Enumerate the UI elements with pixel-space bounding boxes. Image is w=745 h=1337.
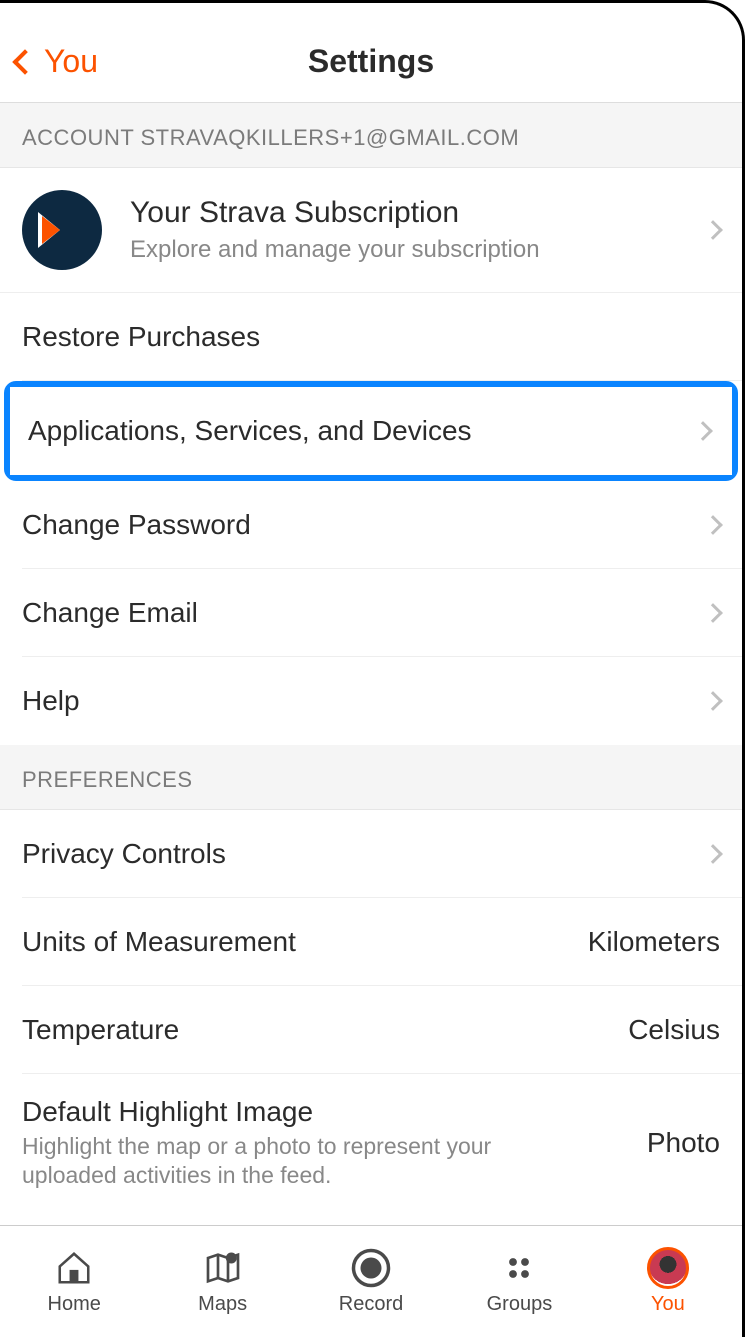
- highlighted-row: Applications, Services, and Devices: [4, 381, 738, 481]
- maps-icon: [202, 1247, 244, 1289]
- chevron-right-icon: [703, 691, 723, 711]
- avatar-icon: [647, 1247, 689, 1289]
- tab-home-label: Home: [48, 1293, 101, 1316]
- subscription-subtitle: Explore and manage your subscription: [130, 236, 692, 264]
- row-units-of-measurement[interactable]: Units of Measurement Kilometers: [22, 898, 742, 986]
- highlight-value: Photo: [647, 1127, 720, 1159]
- units-value: Kilometers: [588, 926, 720, 958]
- tab-groups[interactable]: Groups: [445, 1226, 593, 1337]
- restore-label: Restore Purchases: [22, 321, 720, 353]
- back-label: You: [44, 43, 98, 80]
- row-applications-services-devices[interactable]: Applications, Services, and Devices: [10, 387, 732, 475]
- tab-you-label: You: [651, 1293, 685, 1316]
- temperature-label: Temperature: [22, 1014, 628, 1046]
- groups-icon: [498, 1247, 540, 1289]
- change-password-label: Change Password: [22, 509, 692, 541]
- change-email-label: Change Email: [22, 597, 692, 629]
- tab-maps[interactable]: Maps: [148, 1226, 296, 1337]
- chevron-right-icon: [703, 515, 723, 535]
- privacy-label: Privacy Controls: [22, 838, 692, 870]
- tab-bar: Home Maps Record Groups You: [0, 1225, 742, 1337]
- page-title: Settings: [308, 43, 434, 80]
- highlight-sub: Highlight the map or a photo to represen…: [22, 1132, 522, 1190]
- nav-header: You Settings: [0, 3, 742, 103]
- tab-you[interactable]: You: [594, 1226, 742, 1337]
- apps-label: Applications, Services, and Devices: [28, 415, 682, 447]
- tab-maps-label: Maps: [198, 1293, 247, 1316]
- highlight-label: Default Highlight Image: [22, 1096, 647, 1128]
- row-change-email[interactable]: Change Email: [22, 569, 742, 657]
- units-label: Units of Measurement: [22, 926, 588, 958]
- section-header-preferences: PREFERENCES: [0, 745, 742, 810]
- tab-record-label: Record: [339, 1293, 403, 1316]
- chevron-right-icon: [703, 220, 723, 240]
- subscription-icon: [22, 190, 102, 270]
- chevron-left-icon: [12, 49, 37, 74]
- row-help[interactable]: Help: [22, 657, 742, 745]
- chevron-right-icon: [703, 603, 723, 623]
- tab-record[interactable]: Record: [297, 1226, 445, 1337]
- section-header-account: ACCOUNT STRAVAQKILLERS+1@GMAIL.COM: [0, 103, 742, 168]
- row-temperature[interactable]: Temperature Celsius: [22, 986, 742, 1074]
- row-privacy-controls[interactable]: Privacy Controls: [22, 810, 742, 898]
- chevron-right-icon: [703, 844, 723, 864]
- settings-scroll[interactable]: ACCOUNT STRAVAQKILLERS+1@GMAIL.COM Your …: [0, 103, 742, 1225]
- back-button[interactable]: You: [10, 43, 98, 80]
- row-default-highlight-image[interactable]: Default Highlight Image Highlight the ma…: [22, 1074, 742, 1196]
- temperature-value: Celsius: [628, 1014, 720, 1046]
- help-label: Help: [22, 685, 692, 717]
- subscription-title: Your Strava Subscription: [130, 196, 692, 230]
- chevron-right-icon: [693, 421, 713, 441]
- record-icon: [350, 1247, 392, 1289]
- tab-groups-label: Groups: [487, 1293, 553, 1316]
- tab-home[interactable]: Home: [0, 1226, 148, 1337]
- row-restore-purchases[interactable]: Restore Purchases: [22, 293, 742, 381]
- home-icon: [53, 1247, 95, 1289]
- row-change-password[interactable]: Change Password: [22, 481, 742, 569]
- row-subscription[interactable]: Your Strava Subscription Explore and man…: [0, 168, 742, 293]
